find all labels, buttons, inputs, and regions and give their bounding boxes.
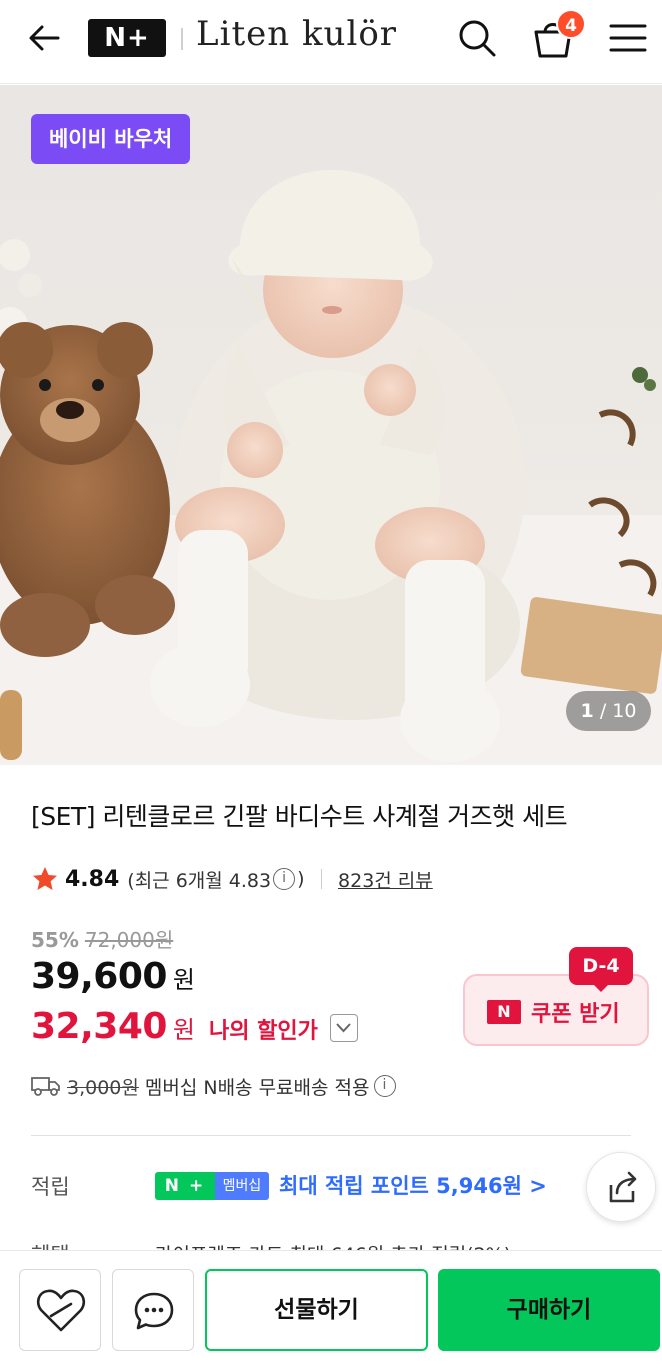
recent-rating-text: (최근 6개월 4.83: [127, 869, 272, 892]
product-photo: [0, 170, 662, 765]
points-label: 적립: [31, 1175, 70, 1199]
naver-plus-logo[interactable]: N+: [88, 19, 166, 57]
sale-price: 39,600: [31, 956, 167, 997]
cart-count-badge: 4: [556, 9, 586, 39]
shipping-text: 멤버십 N배송 무료배송 적용: [144, 1076, 370, 1099]
shipping-row: 3,000원 멤버십 N배송 무료배송 적용 i: [31, 1070, 398, 1102]
baby-voucher-badge: 베이비 바우처: [31, 114, 191, 164]
back-button[interactable]: [26, 18, 66, 58]
talktalk-chat-button[interactable]: [112, 1269, 194, 1351]
wishlist-button[interactable]: [19, 1269, 101, 1351]
discount-rate: 55%: [31, 928, 79, 952]
share-button[interactable]: [586, 1152, 656, 1222]
menu-button[interactable]: [608, 20, 648, 56]
naver-plus-membership-badge: N + 멤버십: [155, 1172, 269, 1200]
image-counter-total: / 10: [599, 700, 637, 722]
chevron-down-icon: [336, 1023, 351, 1033]
bottom-action-bar: 선물하기 구매하기: [0, 1250, 662, 1369]
coupon-label: 쿠폰 받기: [531, 1002, 620, 1027]
product-image-gallery[interactable]: 베이비 바우처 1 / 10: [0, 85, 662, 765]
product-title: [SET] 리텐클로르 긴팔 바디수트 사계절 거즈햇 세트: [31, 802, 568, 831]
truck-icon: [31, 1077, 60, 1096]
heart-icon: [36, 1289, 86, 1332]
rating-row: 4.84 (최근 6개월 4.83 i ) 823건 리뷰: [31, 862, 433, 896]
info-icon[interactable]: i: [273, 868, 296, 890]
gift-button[interactable]: 선물하기: [205, 1269, 428, 1351]
price-row: 39,600 원: [31, 956, 195, 997]
chat-bubble-icon: [134, 1292, 174, 1330]
max-points-link[interactable]: 최대 적립 포인트 5,946원 >: [279, 1170, 547, 1200]
rating-value: 4.84: [65, 866, 120, 892]
shipping-info-icon[interactable]: i: [373, 1075, 396, 1097]
hamburger-menu-icon: [609, 24, 647, 52]
section-divider: [31, 1135, 631, 1136]
membership-logo: N +: [155, 1172, 215, 1200]
image-counter: 1 / 10: [566, 691, 651, 731]
discount-row: 55% 72,000원: [31, 924, 173, 953]
search-icon: [459, 20, 496, 57]
rating-separator: [320, 869, 323, 889]
price-unit: 원: [172, 966, 196, 994]
membership-text: 멤버십: [215, 1172, 269, 1200]
top-header: N+ Liten kulör 4: [0, 0, 662, 84]
benefit-text[interactable]: 라이프렌즈 카드 최대 646원 추가 적립(2%) >: [155, 1238, 533, 1250]
back-arrow-icon: [29, 25, 60, 51]
my-discount-price: 32,340: [31, 1006, 167, 1047]
buy-now-button[interactable]: 구매하기: [438, 1269, 660, 1351]
my-price-row: 32,340 원 나의 할인가: [31, 1006, 358, 1047]
original-price: 72,000원: [84, 928, 174, 952]
my-price-unit: 원: [172, 1016, 196, 1044]
recent-rating-close: ): [297, 868, 305, 890]
naver-n-icon: N: [487, 1000, 521, 1024]
logo-divider: [181, 28, 183, 50]
star-icon: [33, 867, 57, 890]
benefit-label: 혜택: [31, 1238, 70, 1250]
coupon-dday-badge: D-4: [569, 947, 633, 985]
image-counter-current: 1: [580, 700, 594, 722]
coupon-dday-tail: [592, 983, 610, 992]
share-icon: [609, 1171, 637, 1203]
store-brand-name[interactable]: Liten kulör: [196, 14, 397, 54]
search-button[interactable]: [456, 17, 498, 59]
my-price-label: 나의 할인가: [209, 1019, 318, 1044]
original-shipping-fee: 3,000원: [67, 1076, 139, 1099]
review-count-link[interactable]: 823건 리뷰: [338, 866, 433, 893]
my-price-expand-button[interactable]: [329, 1014, 358, 1042]
